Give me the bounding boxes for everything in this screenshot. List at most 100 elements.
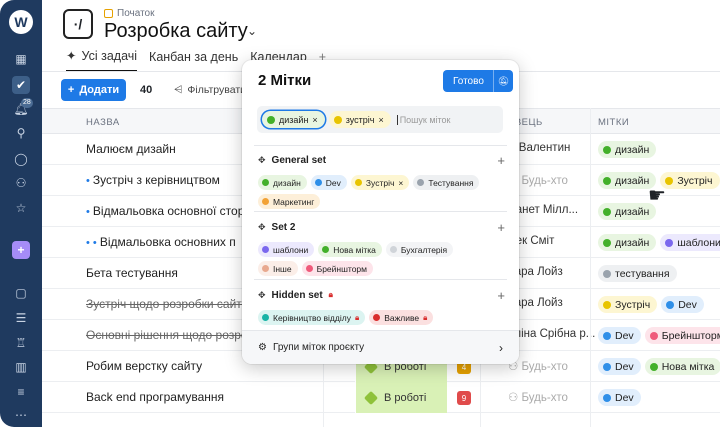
tab-kanban[interactable]: Канбан за день — [149, 48, 238, 72]
tag-chip[interactable]: Нова мітка — [318, 242, 382, 257]
tag-label: шаблони — [273, 244, 309, 255]
bell-off-icon[interactable]: 🔕︎ — [493, 70, 513, 92]
task-name[interactable]: • • Відмальовка основних п — [86, 235, 236, 249]
tag-chip[interactable]: Важливе 🔒︎ — [369, 310, 434, 325]
drag-handle-icon[interactable]: ✥ — [258, 290, 266, 301]
priority-badge[interactable]: 9 — [457, 391, 471, 405]
tag-chip[interactable]: Тестування — [413, 175, 480, 190]
task-title: Бета тестування — [86, 266, 178, 280]
assignee[interactable]: ⚇ Будь-хто — [508, 390, 568, 404]
tags-popup: 2 Мітки Готово 🔕︎ дизайн × зустріч × Пошук мі… — [242, 60, 519, 364]
tag-color-dot — [262, 198, 269, 205]
drag-handle-icon[interactable]: ✥ — [258, 155, 266, 166]
lock-icon: 🔒︎ — [354, 312, 360, 322]
chevron-down-icon[interactable]: ⌄ — [247, 24, 257, 38]
tag-chip[interactable]: Керівництво відділу 🔒︎ — [258, 310, 366, 325]
plus-icon[interactable]: + — [12, 241, 30, 259]
tag-label: Брейншторм — [316, 263, 367, 274]
tag-chip[interactable]: Брейншторм — [644, 327, 720, 344]
task-name[interactable]: Малюєм дизайн — [86, 142, 176, 156]
task-name[interactable]: • Відмальовка основної стор — [86, 204, 244, 218]
tag-chip[interactable]: дизайн — [258, 175, 307, 190]
task-name[interactable]: Зустріч щодо розробки сайту — [86, 297, 248, 311]
add-tag-button[interactable]: + — [497, 288, 505, 303]
search-placeholder[interactable]: Пошук міток — [396, 114, 451, 125]
star-icon[interactable]: ☆ — [12, 199, 30, 217]
tag-chip[interactable]: Dev — [310, 175, 347, 190]
task-name[interactable]: • Зустріч з керівництвом — [86, 173, 220, 187]
task-title: Зустріч щодо розробки сайту — [86, 297, 248, 311]
tag-chip[interactable]: Маркетинг — [258, 194, 321, 209]
add-tag-button[interactable]: + — [497, 153, 505, 168]
briefcase-icon[interactable]: ▢ — [12, 284, 30, 302]
tag-chip[interactable]: Dev — [661, 296, 704, 313]
more-icon[interactable]: ⋯ — [12, 406, 30, 424]
trophy-icon[interactable]: ♖ — [12, 334, 30, 352]
tag-chip[interactable]: зустріч × — [328, 111, 391, 128]
chart-icon[interactable]: ▥ — [12, 358, 30, 376]
tab-all-tasks[interactable]: ✦ Усі задачі — [66, 48, 138, 72]
column-name[interactable]: НАЗВА — [86, 117, 120, 128]
remove-tag-icon[interactable]: × — [398, 178, 403, 188]
add-task-button[interactable]: + Додати — [61, 79, 126, 101]
app-logo[interactable]: W — [9, 10, 33, 34]
tag-color-dot — [267, 115, 275, 124]
tag-chip[interactable]: Зустріч × — [350, 175, 410, 190]
done-button[interactable]: Готово 🔕︎ — [443, 70, 513, 92]
tag-chip[interactable]: дизайн — [598, 234, 657, 251]
project-tag-groups-link[interactable]: ⚙ Групи міток проєкту › — [242, 330, 519, 364]
tag-chip[interactable]: Зустріч — [660, 172, 720, 189]
tags-cell[interactable]: тестування — [598, 265, 677, 282]
tag-chip[interactable]: Бухгалтерія — [385, 242, 454, 257]
breadcrumb[interactable]: Початок — [104, 8, 155, 19]
task-name[interactable]: Бета тестування — [86, 266, 178, 280]
tag-chip[interactable]: Нова мітка — [644, 358, 720, 375]
remove-tag-icon[interactable]: × — [312, 115, 317, 125]
task-title: Відмальовка основних п — [99, 235, 236, 249]
search-icon[interactable]: ⚲ — [12, 124, 30, 142]
status-cell[interactable]: В роботі — [355, 382, 447, 413]
tag-chip[interactable]: шаблони — [258, 242, 315, 257]
table-row[interactable]: Back end програмування В роботі 9 ⚇ Будь-хт… — [42, 382, 720, 413]
check-icon[interactable]: ✔ — [12, 76, 30, 94]
drag-handle-icon[interactable]: ✥ — [258, 222, 266, 233]
assignee-name: Будь-хто — [521, 361, 568, 373]
users-icon[interactable]: ⚇ — [12, 174, 30, 192]
tags-cell[interactable]: дизайн шаблони — [598, 234, 720, 251]
tags-cell[interactable]: дизайн — [598, 141, 657, 158]
chat-icon[interactable]: ◯ — [12, 150, 30, 168]
tags-cell[interactable]: Dev Нова мітка — [598, 358, 720, 375]
tags-cell[interactable]: Dev Брейншторм — [598, 327, 720, 344]
group-header: ✥ General set + — [258, 153, 505, 168]
sidebar: W ▦ ✔ 🔔︎ 28 ⚲ ◯ ⚇ ☆ + ▢ ☰ ♖ ▥ ≡ ⋯ — [0, 0, 42, 427]
tag-color-dot — [262, 314, 269, 321]
assignee[interactable]: аліна Срібна р... — [508, 328, 595, 340]
tag-chip[interactable]: шаблони — [660, 234, 720, 251]
column-tags[interactable]: МІТКИ — [598, 117, 629, 128]
tag-chip[interactable]: Зустріч — [598, 296, 658, 313]
tag-color-dot — [665, 238, 674, 247]
tags-cell[interactable]: Зустріч Dev — [598, 296, 704, 313]
filter-button[interactable]: ⩤ Фільтрувати — [174, 84, 246, 97]
tag-chip[interactable]: Dev — [598, 327, 641, 344]
tag-chip[interactable]: дизайн × — [262, 111, 325, 128]
tag-label: Dev — [615, 391, 634, 404]
tag-chip[interactable]: Брейншторм — [301, 261, 373, 276]
tag-chip[interactable]: Інше — [258, 261, 298, 276]
tag-chip[interactable]: Dev — [598, 389, 641, 406]
layers-icon[interactable]: ≡ — [12, 383, 30, 401]
task-name[interactable]: Основні рішення щодо розробки — [86, 328, 266, 342]
tag-chip[interactable]: дизайн — [598, 141, 657, 158]
tags-cell[interactable]: Dev — [598, 389, 641, 406]
task-name[interactable]: Робим верстку сайту — [86, 359, 202, 373]
add-tag-button[interactable]: + — [497, 220, 505, 235]
tag-search-field[interactable]: дизайн × зустріч × Пошук міток — [257, 106, 503, 133]
stack-icon[interactable]: ☰ — [12, 309, 30, 327]
grid-icon[interactable]: ▦ — [12, 50, 30, 68]
plus-icon: + — [67, 84, 75, 96]
remove-tag-icon[interactable]: × — [378, 115, 383, 125]
assignee[interactable]: ⚇ Будь-хто — [508, 359, 568, 373]
task-name[interactable]: Back end програмування — [86, 390, 224, 404]
tag-chip[interactable]: тестування — [598, 265, 677, 282]
tag-chip[interactable]: Dev — [598, 358, 641, 375]
